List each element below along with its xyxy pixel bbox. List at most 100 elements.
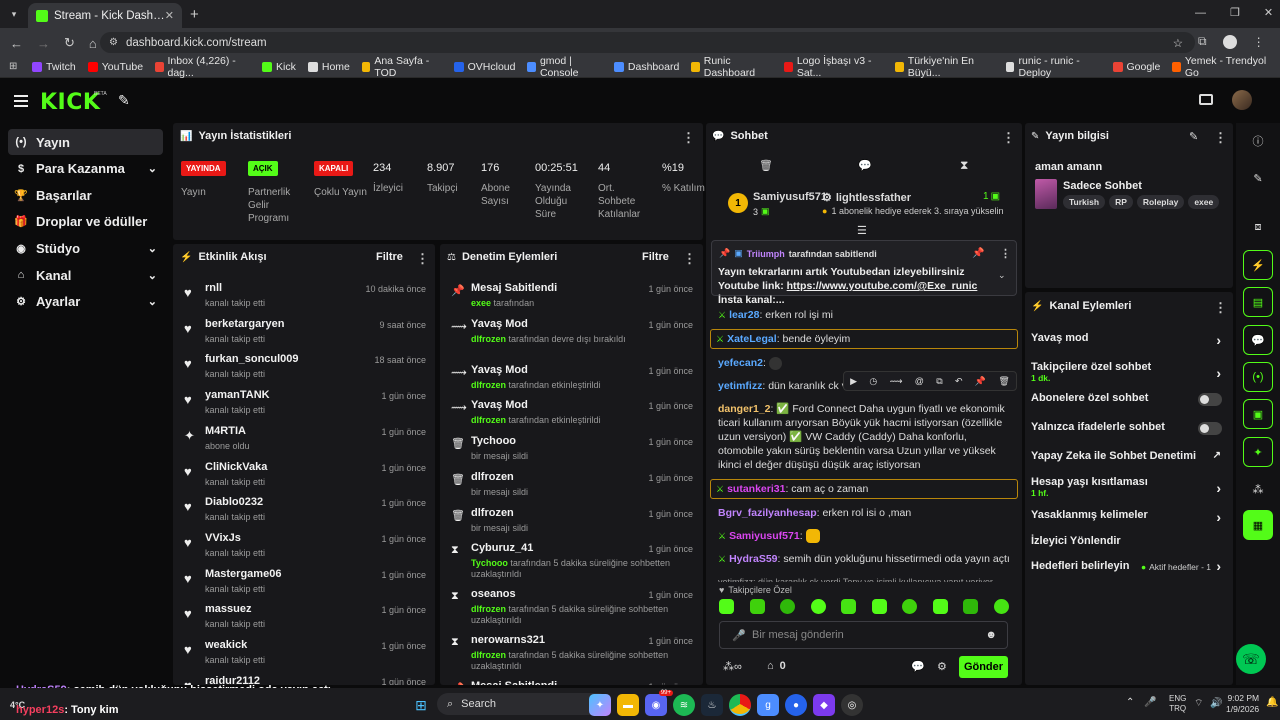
emoji-icon[interactable]: ☻ <box>985 629 997 641</box>
pinned-menu-icon[interactable]: ⋮ <box>1000 247 1011 260</box>
mod-action-user[interactable]: dlfrozen <box>471 334 506 344</box>
extensions-icon[interactable]: ⧉ <box>1198 34 1207 49</box>
rail-channel-actions-icon[interactable]: ⁂ <box>1243 474 1273 504</box>
chat-settings-icon[interactable]: ⚙ <box>937 660 947 673</box>
chat-username[interactable]: yetimfizz <box>718 380 762 392</box>
sidebar-item-0[interactable]: (•) Yayın <box>8 129 163 155</box>
channel-actions-menu-icon[interactable]: ⋮ <box>1214 300 1227 316</box>
rail-add-widget-icon[interactable]: ▦ <box>1243 510 1273 540</box>
home-icon[interactable]: ⌂ <box>89 36 97 51</box>
activity-user[interactable]: Diablo0232 <box>205 496 263 508</box>
mod-action-row[interactable]: 📌 Mesaj Sabitlendi exee tarafından 1 gün ön… <box>440 280 703 316</box>
discord-icon[interactable]: ◉ 99+ <box>645 690 673 716</box>
toggle-switch[interactable] <box>1198 393 1222 406</box>
bookmark-item[interactable]: OVHcloud <box>453 61 515 73</box>
rail-tools-icon[interactable]: ✦ <box>1243 437 1273 467</box>
clock[interactable]: 9:02 PM 1/9/2026 <box>1226 693 1259 715</box>
bookmark-item[interactable]: Home <box>307 61 350 73</box>
category-thumbnail[interactable] <box>1035 179 1057 209</box>
user-avatar[interactable] <box>1232 90 1252 110</box>
mod-action-row[interactable]: ⟿ Yavaş Mod dlfrozen tarafından etkinleşti… <box>440 397 703 433</box>
steam-icon[interactable]: ♨ <box>701 694 723 716</box>
chat-message[interactable]: Bgrv_fazilyanhesap: erken rol isi o ,man <box>710 504 1018 522</box>
stream-tag[interactable]: exee <box>1188 195 1220 209</box>
unpin-icon[interactable]: 📌 <box>972 248 984 259</box>
notifications-icon[interactable]: 🔔 <box>1266 697 1278 708</box>
apps-icon[interactable]: ⊞ <box>9 61 17 72</box>
chat-username[interactable]: HydraS59 <box>729 553 777 565</box>
hover-reply-icon[interactable]: ↶ <box>955 376 963 387</box>
tray-chevron-icon[interactable]: ⌃ <box>1126 697 1134 708</box>
tab-search-icon[interactable]: ▾ <box>6 6 22 22</box>
kick-logo[interactable]: KICK <box>40 90 100 115</box>
browser-menu-icon[interactable]: ⋮ <box>1253 35 1265 49</box>
chat-message[interactable]: ⚔ XateLegal: bende öyleyim <box>710 329 1018 349</box>
taskbar-search[interactable]: ⌕ Search <box>437 693 609 715</box>
hamburger-menu-icon[interactable] <box>14 95 28 107</box>
edit-stream-info-icon[interactable]: ✎ <box>1189 130 1198 143</box>
mod-action-row[interactable]: 📌 Mesaj Sabitlendi 1 gün önce <box>440 678 703 685</box>
reply-context[interactable]: yetimfizz: dün karanlık ck verdi Tony ye… <box>710 573 1018 582</box>
tray-mic-icon[interactable]: 🎤 <box>1144 697 1156 708</box>
file-explorer-icon[interactable]: ▬ <box>617 694 639 716</box>
bookmark-item[interactable]: runic - runic - Deploy <box>1006 55 1100 79</box>
mod-action-row[interactable]: ⧗ oseanos dlfrozen tarafından 5 dakika sür… <box>440 586 703 632</box>
mod-action-row[interactable]: 🗑 Tychooo bir mesajı sildi 1 gün önce <box>440 433 703 469</box>
support-chat-icon[interactable]: ☏ <box>1236 644 1266 674</box>
activity-row[interactable]: ♥ furkan_soncul009 kanalı takip etti 18 saa… <box>173 351 435 383</box>
emote-7-icon[interactable] <box>902 599 918 614</box>
emote-2-icon[interactable] <box>749 599 765 614</box>
activity-row[interactable]: ♥ weakick kanalı takip etti 1 gün önce <box>173 637 435 669</box>
points-chest-icon[interactable]: ⌂ <box>767 660 774 672</box>
activity-row[interactable]: ♥ rnll kanalı takip etti 10 dakika önce <box>173 280 435 312</box>
bookmark-item[interactable]: Dashboard <box>613 61 679 73</box>
hover-copy-icon[interactable]: ⧉ <box>936 376 942 387</box>
spotify-icon[interactable]: ≋ <box>673 694 695 716</box>
emote-3-icon[interactable] <box>780 599 796 614</box>
category-name[interactable]: Sadece Sohbet <box>1063 180 1142 192</box>
activity-user[interactable]: rnll <box>205 282 222 294</box>
new-tab-button[interactable]: + <box>190 6 199 23</box>
activity-row[interactable]: ♥ massuez kanalı takip etti 1 gün önce <box>173 601 435 633</box>
bookmark-item[interactable]: Logo İşbaşı v3 - Sat... <box>784 55 883 79</box>
sidebar-item-6[interactable]: ⚙ Ayarlar ⌄ <box>8 289 163 315</box>
stats-menu-icon[interactable]: ⋮ <box>682 130 695 146</box>
activity-row[interactable]: ♥ Mastergame06 kanalı takip etti 1 gün önce <box>173 566 435 598</box>
window-close-icon[interactable]: ✕ <box>1264 6 1273 19</box>
restore-icon[interactable]: ❐ <box>1230 6 1240 19</box>
mod-action-row[interactable]: ⧗ nerowarns321 dlfrozen tarafından 5 dakik… <box>440 632 703 678</box>
start-button-icon[interactable]: ⊞ <box>410 694 432 716</box>
sidebar-item-2[interactable]: 🏆 Başarılar <box>8 182 163 208</box>
bookmark-item[interactable]: Yemek - Trendyol Go <box>1172 55 1268 79</box>
chat-menu-icon[interactable]: ⋮ <box>1002 130 1015 146</box>
sidebar-item-3[interactable]: 🎁 Droplar ve ödüller <box>8 209 163 235</box>
chat-username[interactable]: Samiyusuf571 <box>729 530 800 542</box>
chat-message[interactable]: ⚔ HydraS59: semih dün yokluğunu hissetirm… <box>710 550 1018 568</box>
hover-mention-icon[interactable]: @ <box>915 376 924 386</box>
mod-filter-button[interactable]: Filtre <box>642 251 669 263</box>
bookmark-item[interactable]: gmod | Console <box>527 55 601 79</box>
mod-action-user[interactable]: dlfrozen <box>471 415 506 425</box>
bookmark-item[interactable]: Türkiye'nin En Büyü... <box>895 55 994 79</box>
hover-delete-icon[interactable]: 🗑 <box>998 376 1009 387</box>
bookmark-item[interactable]: Inbox (4,226) - dag... <box>155 55 250 79</box>
bookmark-item[interactable]: Runic Dashboard <box>691 55 772 79</box>
rail-info-icon[interactable]: ⓘ <box>1243 126 1273 156</box>
emote-6-icon[interactable] <box>871 599 887 614</box>
stream-tag[interactable]: Roleplay <box>1136 195 1185 209</box>
activity-user[interactable]: weakick <box>205 639 247 651</box>
emote-5-icon[interactable] <box>841 599 857 614</box>
chrome-icon[interactable] <box>729 694 751 716</box>
emote-8-icon[interactable] <box>932 599 948 614</box>
pinned-expand-icon[interactable]: ⌄ <box>998 270 1006 281</box>
app-g-icon[interactable]: g <box>757 694 779 716</box>
volume-icon[interactable]: 🔊 <box>1210 698 1222 709</box>
bookmark-item[interactable]: YouTube <box>87 61 143 73</box>
activity-filter-button[interactable]: Filtre <box>376 251 403 263</box>
channel-action-row[interactable]: Hesap yaşı kısıtlaması 1 hf. › <box>1031 476 1227 502</box>
chat-timeout-icon[interactable]: ⧗ <box>960 158 968 173</box>
chat-username[interactable]: Bgrv_fazilyanhesap <box>718 507 817 519</box>
activity-row[interactable]: ✦ M4RTIA abone oldu 1 gün önce <box>173 423 435 455</box>
emote-9-icon[interactable] <box>963 599 979 614</box>
mod-action-row[interactable]: 🗑 dlfrozen bir mesajı sildi 1 gün önce <box>440 469 703 505</box>
